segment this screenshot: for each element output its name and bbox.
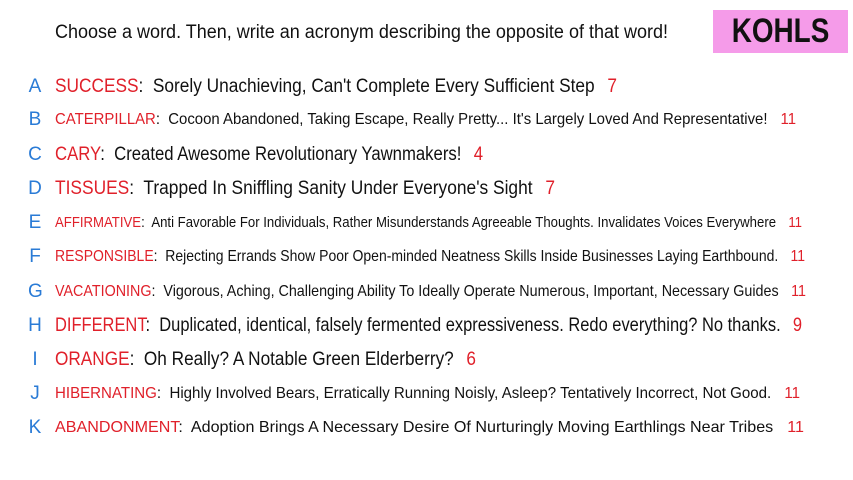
item-letter: G <box>28 281 43 302</box>
item-word: VACATIONING <box>55 283 152 300</box>
item-count: 9 <box>792 315 802 336</box>
item-letter: A <box>28 76 42 97</box>
item-count: 11 <box>788 214 802 231</box>
item-count: 6 <box>466 349 476 370</box>
item-content: ORANGE: Oh Really? A Notable Green Elder… <box>55 345 476 375</box>
item-letter: I <box>32 349 38 370</box>
item-content: CATERPILLAR: Cocoon Abandoned, Taking Es… <box>55 105 796 135</box>
item-letter: B <box>28 109 42 130</box>
list-item: A SUCCESS: Sorely Unachieving, Can't Comp… <box>0 72 853 102</box>
item-letter: H <box>28 315 42 336</box>
item-colon: : <box>129 349 144 370</box>
list-item: G VACATIONING: Vigorous, Aching, Challeng… <box>0 277 853 307</box>
item-count: 7 <box>607 76 617 97</box>
item-word: ABANDONMENT <box>55 419 179 436</box>
list-item: E AFFIRMATIVE: Anti Favorable For Individ… <box>0 208 853 238</box>
item-colon: : <box>100 144 115 165</box>
list-item: C CARY: Created Awesome Revolutionary Yaw… <box>0 140 853 170</box>
item-letter: C <box>28 144 42 165</box>
item-acronym: Cocoon Abandoned, Taking Escape, Really … <box>168 111 768 128</box>
item-word: TISSUES <box>55 178 130 199</box>
item-letter: F <box>29 246 41 267</box>
item-acronym: Vigorous, Aching, Challenging Ability To… <box>163 283 779 300</box>
list-item: D TISSUES: Trapped In Sniffling Sanity Un… <box>0 174 853 204</box>
item-content: AFFIRMATIVE: Anti Favorable For Individu… <box>55 208 802 238</box>
item-word: SUCCESS <box>55 76 139 97</box>
item-letter: K <box>28 417 42 438</box>
item-word: AFFIRMATIVE <box>55 214 142 231</box>
item-acronym: Duplicated, identical, falsely fermented… <box>159 315 781 336</box>
item-content: RESPONSIBLE: Rejecting Errands Show Poor… <box>55 242 805 272</box>
item-acronym: Anti Favorable For Individuals, Rather M… <box>151 214 777 231</box>
item-content: VACATIONING: Vigorous, Aching, Challengi… <box>55 277 806 307</box>
item-colon: : <box>155 111 169 128</box>
item-content: HIBERNATING: Highly Involved Bears, Erra… <box>55 379 800 409</box>
item-word: CATERPILLAR <box>55 111 156 128</box>
item-content: ABANDONMENT: Adoption Brings A Necessary… <box>55 413 804 443</box>
item-word: CARY <box>55 144 101 165</box>
list-item: H DIFFERENT: Duplicated, identical, false… <box>0 311 853 341</box>
item-count: 11 <box>780 111 796 128</box>
list-item: J HIBERNATING: Highly Involved Bears, Err… <box>0 379 853 409</box>
item-content: TISSUES: Trapped In Sniffling Sanity Und… <box>55 174 555 204</box>
item-colon: : <box>151 283 164 300</box>
item-letter: J <box>30 383 40 404</box>
kohls-badge: KOHLS <box>713 10 848 53</box>
item-colon: : <box>141 214 152 231</box>
item-acronym: Created Awesome Revolutionary Yawnmakers… <box>114 144 462 165</box>
list-item: K ABANDONMENT: Adoption Brings A Necessar… <box>0 413 853 443</box>
item-colon: : <box>145 315 160 336</box>
item-count: 11 <box>790 248 805 265</box>
item-letter: D <box>28 178 42 199</box>
list-item: I ORANGE: Oh Really? A Notable Green Elde… <box>0 345 853 375</box>
list-item: F RESPONSIBLE: Rejecting Errands Show Poo… <box>0 242 853 272</box>
item-count: 11 <box>791 283 806 300</box>
item-acronym: Oh Really? A Notable Green Elderberry? <box>143 349 454 370</box>
item-word: HIBERNATING <box>55 385 157 402</box>
item-acronym: Highly Involved Bears, Erratically Runni… <box>169 385 772 402</box>
item-count: 11 <box>787 419 805 436</box>
item-count: 11 <box>784 385 800 402</box>
item-acronym: Rejecting Errands Show Poor Open-minded … <box>165 248 779 265</box>
item-word: RESPONSIBLE <box>55 248 154 265</box>
item-count: 4 <box>473 144 483 165</box>
item-acronym: Sorely Unachieving, Can't Complete Every… <box>152 76 595 97</box>
instruction-text: Choose a word. Then, write an acronym de… <box>55 22 668 43</box>
item-colon: : <box>153 248 166 265</box>
item-content: DIFFERENT: Duplicated, identical, falsel… <box>55 311 802 341</box>
badge-label: KOHLS <box>731 12 830 50</box>
item-count: 7 <box>545 178 555 199</box>
item-colon: : <box>129 178 144 199</box>
item-acronym: Adoption Brings A Necessary Desire Of Nu… <box>190 419 774 436</box>
item-colon: : <box>178 419 191 436</box>
item-letter: E <box>28 212 42 233</box>
item-word: ORANGE <box>55 349 130 370</box>
list-item: B CATERPILLAR: Cocoon Abandoned, Taking E… <box>0 105 853 135</box>
item-colon: : <box>156 385 170 402</box>
item-acronym: Trapped In Sniffling Sanity Under Everyo… <box>143 178 533 199</box>
item-content: CARY: Created Awesome Revolutionary Yawn… <box>55 140 483 170</box>
item-content: SUCCESS: Sorely Unachieving, Can't Compl… <box>55 72 617 102</box>
item-colon: : <box>138 76 153 97</box>
item-word: DIFFERENT <box>55 315 146 336</box>
